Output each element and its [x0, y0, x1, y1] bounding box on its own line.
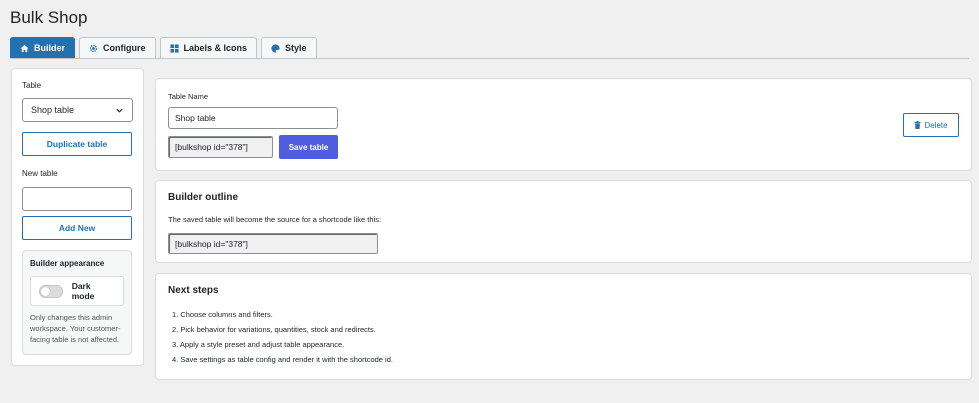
builder-outline-card: Builder outline The saved table will bec…: [155, 180, 972, 263]
trash-icon: [914, 121, 921, 129]
outline-shortcode-text: [bulkshop id="378"]: [175, 238, 248, 249]
tab-label: Configure: [103, 43, 146, 53]
tab-labels-icons[interactable]: Labels & Icons: [159, 37, 258, 58]
table-settings-card: Table Name Shop table [bulkshop id="378"…: [155, 78, 972, 171]
list-item: 4. Save settings as table config and ren…: [172, 355, 393, 364]
tab-label: Style: [285, 43, 307, 53]
gear-icon: [89, 44, 98, 52]
next-steps-list: 1. Choose columns and filters. 2. Pick b…: [172, 307, 393, 367]
duplicate-table-button[interactable]: Duplicate table: [22, 132, 132, 156]
home-icon: [20, 44, 29, 52]
table-label: Table: [22, 81, 42, 90]
dark-mode-toggle[interactable]: Dark mode: [30, 276, 124, 306]
tab-builder[interactable]: Builder: [10, 37, 76, 58]
new-table-input[interactable]: [22, 187, 132, 211]
tab-bar: Builder Configure Labels & Icons Style: [10, 37, 969, 59]
table-select[interactable]: Shop table: [22, 98, 133, 122]
list-item: 1. Choose columns and filters.: [172, 310, 273, 319]
table-name-value: Shop table: [175, 113, 216, 123]
appearance-note: Only changes this admin workspace. Your …: [30, 313, 121, 344]
appearance-title: Builder appearance: [30, 259, 105, 268]
delete-button[interactable]: Delete: [903, 113, 959, 137]
outline-shortcode-field[interactable]: [bulkshop id="378"]: [168, 233, 378, 254]
tab-configure[interactable]: Configure: [79, 37, 156, 58]
save-table-button[interactable]: Save table: [279, 135, 338, 159]
tab-label: Labels & Icons: [183, 43, 248, 53]
table-name-label: Table Name: [168, 92, 209, 101]
delete-label: Delete: [924, 120, 948, 130]
shortcode-field[interactable]: [bulkshop id="378"]: [168, 136, 273, 158]
tab-label: Builder: [34, 43, 66, 53]
new-table-label: New table: [22, 169, 58, 178]
tab-style[interactable]: Style: [261, 37, 317, 58]
table-select-value: Shop table: [31, 105, 75, 115]
shortcode-text: [bulkshop id="378"]: [175, 142, 248, 152]
grid-icon: [169, 43, 179, 53]
add-new-button[interactable]: Add New: [22, 216, 132, 240]
chevron-down-icon: [116, 108, 123, 113]
next-steps-card: Next steps 1. Choose columns and filters…: [155, 273, 972, 380]
dark-mode-label: Dark mode: [71, 281, 95, 301]
sidebar: Table Shop table Duplicate table New tab…: [11, 68, 144, 366]
builder-outline-description: The saved table will become the source f…: [168, 215, 382, 224]
builder-appearance-panel: Builder appearance Dark mode Only change…: [22, 250, 132, 355]
builder-outline-title: Builder outline: [168, 192, 238, 203]
table-name-input[interactable]: Shop table: [168, 107, 338, 129]
toggle-switch[interactable]: [39, 284, 63, 298]
palette-icon: [271, 43, 280, 53]
list-item: 2. Pick behavior for variations, quantit…: [172, 325, 376, 334]
next-steps-title: Next steps: [168, 285, 219, 296]
list-item: 3. Apply a style preset and adjust table…: [172, 340, 345, 349]
page-title: Bulk Shop: [10, 8, 88, 27]
